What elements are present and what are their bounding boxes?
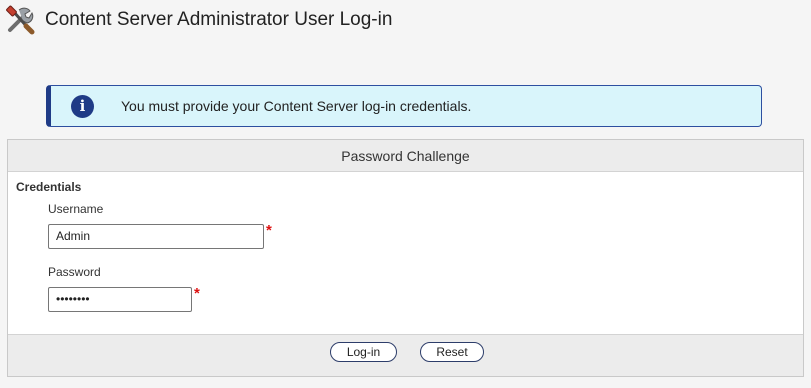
panel-title: Password Challenge [8,140,803,172]
password-input[interactable]: •••••••• [48,287,192,312]
panel-footer: Log-in Reset [8,334,803,376]
credentials-heading: Credentials [16,180,82,194]
info-icon: i [71,95,94,118]
alert-message: You must provide your Content Server log… [121,98,472,114]
password-label: Password [48,265,101,279]
username-required-mark: * [266,222,272,239]
reset-button[interactable]: Reset [420,342,484,362]
page-title: Content Server Administrator User Log-in [45,9,393,30]
login-button[interactable]: Log-in [330,342,397,362]
username-label: Username [48,202,104,216]
info-alert: i You must provide your Content Server l… [46,85,762,127]
password-required-mark: * [194,285,200,302]
password-challenge-panel: Password Challenge Credentials Username … [7,139,804,377]
tools-icon [6,5,35,35]
username-input[interactable]: Admin [48,224,264,249]
page-header: Content Server Administrator User Log-in [0,0,811,40]
